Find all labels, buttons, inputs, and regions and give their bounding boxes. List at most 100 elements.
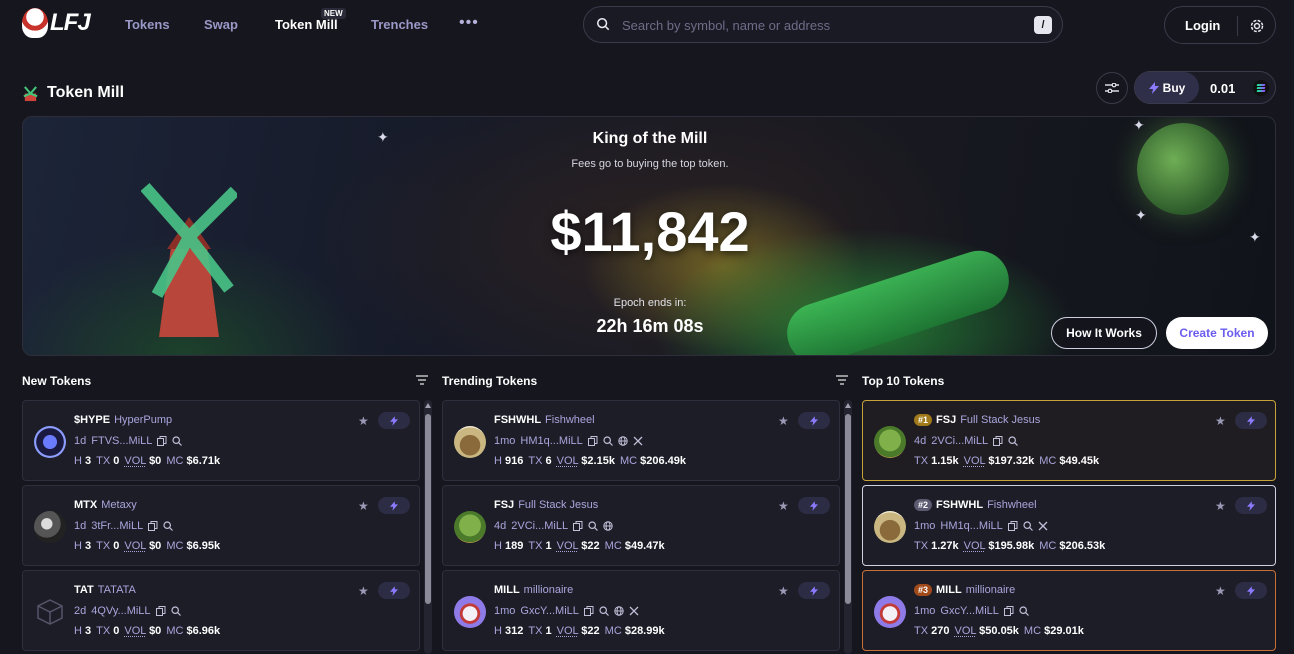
nav-tokens[interactable]: Tokens	[125, 17, 170, 32]
nav-token-mill[interactable]: Token Mill	[275, 17, 338, 32]
quick-buy-button[interactable]: Buy	[1135, 72, 1199, 103]
search-icon[interactable]	[163, 521, 174, 531]
mascot-icon	[22, 8, 48, 38]
quick-buy-bolt-button[interactable]	[798, 497, 830, 514]
quick-buy-bolt-button[interactable]	[1235, 497, 1267, 514]
token-card[interactable]: #3 MILL millionaire 1mo GxcY...MiLL TX 270 V…	[862, 570, 1276, 651]
more-menu-icon[interactable]: •••	[459, 14, 479, 32]
token-avatar	[454, 596, 486, 628]
token-symbol: $HYPE	[74, 414, 111, 426]
copy-icon[interactable]	[1003, 606, 1014, 616]
bolt-icon	[390, 585, 398, 596]
create-token-button[interactable]: Create Token	[1166, 317, 1268, 349]
token-card[interactable]: $HYPE HyperPump 1d FTVS...MiLL H 3 TX 0 VOL …	[22, 400, 420, 481]
tx-value: 0	[113, 455, 120, 467]
token-name: Metaxy	[101, 499, 137, 511]
quick-buy-bolt-button[interactable]	[1235, 582, 1267, 599]
search-icon	[596, 17, 610, 31]
token-address: HM1q...MiLL	[940, 520, 1003, 532]
x-twitter-icon[interactable]	[1038, 521, 1048, 531]
quick-buy-group: Buy 0.01	[1134, 71, 1276, 104]
favorite-star-icon[interactable]: ★	[358, 414, 369, 428]
globe-icon[interactable]	[603, 521, 613, 531]
rank-badge: #3	[914, 584, 933, 596]
copy-icon[interactable]	[155, 606, 166, 616]
quick-buy-bolt-button[interactable]	[1235, 412, 1267, 429]
bolt-icon	[810, 585, 818, 596]
search-icon[interactable]	[1019, 606, 1029, 616]
token-avatar	[454, 426, 486, 458]
copy-icon[interactable]	[573, 521, 583, 531]
scroll-up-icon[interactable]	[845, 403, 851, 408]
tx-value: 6	[545, 455, 552, 467]
copy-icon[interactable]	[583, 606, 594, 616]
favorite-star-icon[interactable]: ★	[1215, 414, 1226, 428]
login-button[interactable]: Login	[1185, 18, 1220, 33]
filter-icon[interactable]	[836, 375, 848, 385]
search-icon[interactable]	[172, 436, 183, 446]
buy-amount[interactable]: 0.01	[1210, 81, 1235, 96]
nav-trenches[interactable]: Trenches	[371, 17, 428, 32]
copy-icon[interactable]	[148, 521, 158, 531]
lfj-logo[interactable]: LFJ	[22, 8, 91, 38]
login-settings-group: Login	[1164, 6, 1276, 44]
token-name: TATATA	[97, 584, 136, 596]
copy-icon[interactable]	[157, 436, 167, 446]
token-card[interactable]: #2 FSHWHL Fishwheel 1mo HM1q...MiLL TX 1.27…	[862, 485, 1276, 566]
token-card[interactable]: MILL millionaire 1mo GxcY...MiLL H 312 TX 1…	[442, 570, 840, 651]
filter-icon[interactable]	[416, 375, 428, 385]
favorite-star-icon[interactable]: ★	[358, 499, 369, 513]
quick-settings-button[interactable]	[1096, 72, 1128, 104]
quick-buy-bolt-button[interactable]	[378, 582, 410, 599]
token-age: 1mo	[914, 520, 936, 532]
copy-icon[interactable]	[1007, 521, 1018, 531]
globe-icon[interactable]	[618, 436, 628, 446]
gear-icon[interactable]	[1249, 18, 1265, 34]
token-avatar	[874, 426, 906, 458]
trending-tokens-scrollbar[interactable]	[844, 400, 852, 654]
quick-buy-bolt-button[interactable]	[798, 412, 830, 429]
quick-buy-bolt-button[interactable]	[378, 412, 410, 429]
token-card[interactable]: FSJ Full Stack Jesus 4d 2VCi...MiLL H 189 T…	[442, 485, 840, 566]
favorite-star-icon[interactable]: ★	[778, 584, 789, 598]
bolt-icon	[1148, 81, 1159, 94]
how-it-works-button[interactable]: How It Works	[1051, 317, 1157, 349]
search-icon[interactable]	[599, 606, 609, 616]
token-card[interactable]: MTX Metaxy 1d 3tFr...MiLL H 3 TX 0 VOL $0 MC …	[22, 485, 420, 566]
token-card[interactable]: TAT TATATA 2d 4QVy...MiLL H 3 TX 0 VOL $0 MC …	[22, 570, 420, 651]
search-bar[interactable]: /	[583, 6, 1063, 43]
favorite-star-icon[interactable]: ★	[778, 499, 789, 513]
favorite-star-icon[interactable]: ★	[358, 584, 369, 598]
x-twitter-icon[interactable]	[629, 606, 639, 616]
top-nav: LFJ Tokens Swap Token Mill NEW Trenches …	[0, 0, 1294, 52]
copy-icon[interactable]	[993, 436, 1003, 446]
copy-icon[interactable]	[587, 436, 598, 446]
scroll-thumb[interactable]	[425, 414, 431, 604]
search-icon[interactable]	[1023, 521, 1033, 531]
quick-buy-bolt-button[interactable]	[378, 497, 410, 514]
nav-swap[interactable]: Swap	[204, 17, 238, 32]
volume-value: $0	[149, 625, 162, 637]
favorite-star-icon[interactable]: ★	[1215, 499, 1226, 513]
search-icon[interactable]	[1008, 436, 1019, 446]
scroll-up-icon[interactable]	[425, 403, 431, 408]
market-cap-value: $49.47k	[624, 540, 665, 552]
king-of-the-mill-banner: ✦ ✦ ✦ ✦ King of the Mill Fees go to buyi…	[22, 116, 1276, 356]
search-input[interactable]	[622, 16, 1022, 34]
favorite-star-icon[interactable]: ★	[778, 414, 789, 428]
x-twitter-icon[interactable]	[633, 436, 643, 446]
favorite-star-icon[interactable]: ★	[1215, 584, 1226, 598]
globe-icon[interactable]	[614, 606, 624, 616]
page-title: Token Mill	[47, 84, 125, 101]
bolt-icon	[1247, 415, 1255, 426]
holders-value: 916	[505, 455, 524, 467]
quick-buy-bolt-button[interactable]	[798, 582, 830, 599]
scroll-thumb[interactable]	[845, 414, 851, 604]
search-icon[interactable]	[170, 606, 181, 616]
token-age: 1mo	[494, 435, 516, 447]
search-icon[interactable]	[588, 521, 599, 531]
token-card[interactable]: FSHWHL Fishwheel 1mo HM1q...MiLL H 916 TX 6…	[442, 400, 840, 481]
new-tokens-scrollbar[interactable]	[424, 400, 432, 654]
search-icon[interactable]	[603, 436, 613, 446]
token-card[interactable]: #1 FSJ Full Stack Jesus 4d 2VCi...MiLL TX 1…	[862, 400, 1276, 481]
